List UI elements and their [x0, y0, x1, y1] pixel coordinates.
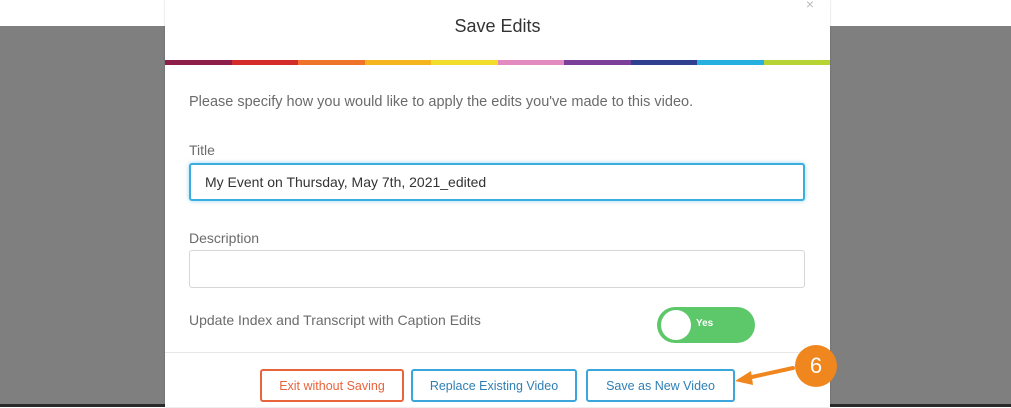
rainbow-segment — [763, 60, 830, 65]
save-as-new-video-button[interactable]: Save as New Video — [586, 369, 735, 402]
step-number-badge: 6 — [795, 345, 837, 387]
rainbow-segment — [497, 60, 564, 65]
exit-without-saving-button[interactable]: Exit without Saving — [260, 369, 404, 402]
rainbow-segment — [564, 60, 631, 65]
rainbow-segment — [298, 60, 365, 65]
toggle-knob — [661, 310, 691, 340]
rainbow-segment — [231, 60, 298, 65]
rainbow-segment — [431, 60, 498, 65]
update-index-label: Update Index and Transcript with Caption… — [189, 312, 481, 328]
dialog-footer: Exit without Saving Replace Existing Vid… — [165, 352, 830, 408]
title-input[interactable] — [189, 163, 805, 201]
description-input[interactable] — [189, 250, 805, 288]
description-label: Description — [189, 230, 260, 246]
toggle-state-text: Yes — [696, 318, 714, 329]
rainbow-segment — [165, 60, 232, 65]
dialog-header: Save Edits × — [165, 0, 830, 60]
intro-text: Please specify how you would like to app… — [189, 94, 694, 110]
replace-existing-video-button[interactable]: Replace Existing Video — [411, 369, 577, 402]
callout-arrow-icon — [735, 366, 795, 385]
save-edits-dialog: Save Edits × Please specify how you woul… — [165, 0, 830, 407]
update-index-toggle[interactable]: Yes — [657, 307, 755, 343]
rainbow-segment — [697, 60, 764, 65]
rainbow-divider — [165, 60, 830, 65]
title-label: Title — [189, 142, 215, 158]
rainbow-segment — [630, 60, 697, 65]
rainbow-segment — [364, 60, 431, 65]
dialog-title: Save Edits — [454, 16, 541, 36]
close-icon[interactable]: × — [806, 0, 814, 12]
